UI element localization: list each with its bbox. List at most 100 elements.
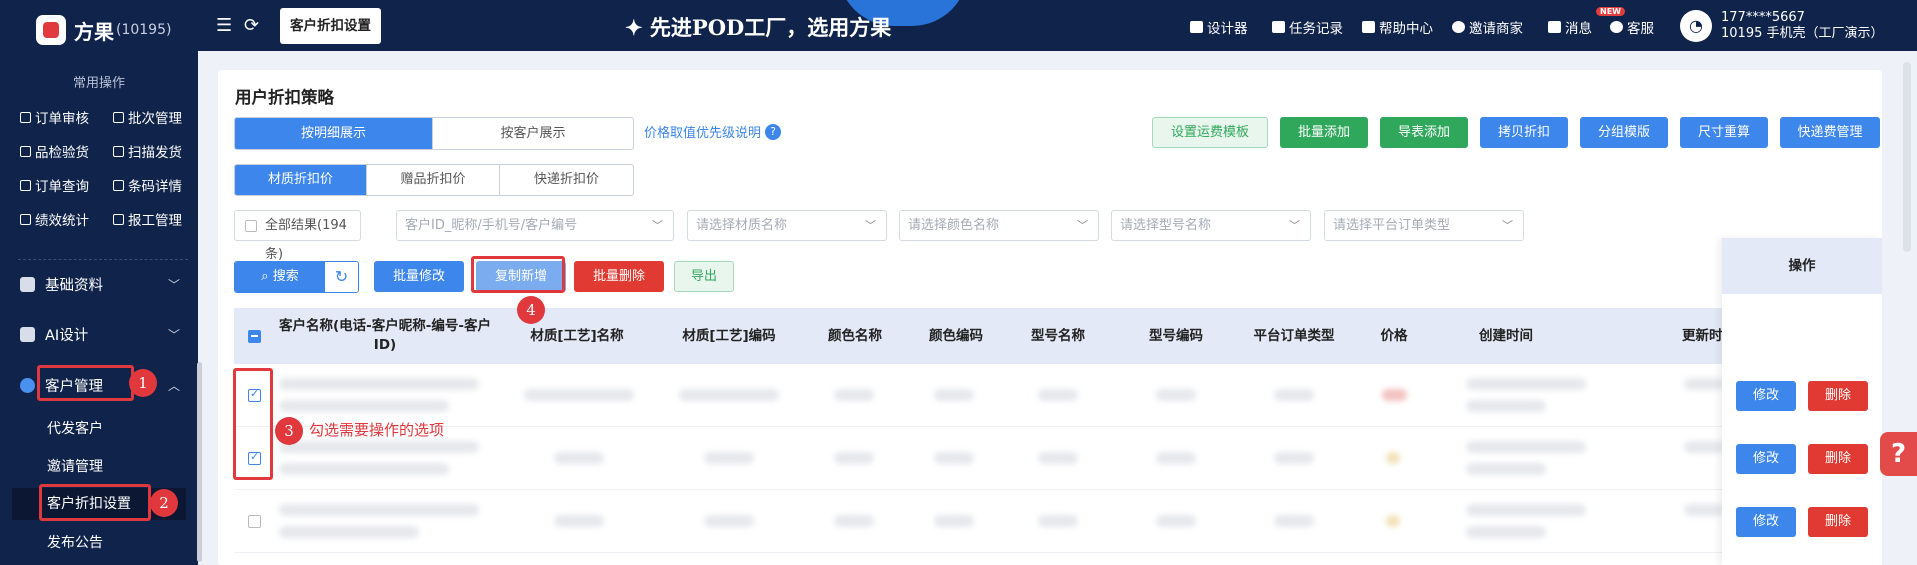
annotation-number: 2 bbox=[150, 489, 178, 517]
col-model-code: 型号编码 bbox=[1149, 327, 1203, 344]
link-messages[interactable]: 消息 bbox=[1548, 17, 1592, 37]
chart-icon bbox=[20, 213, 31, 225]
tab-by-customer[interactable]: 按客户展示 bbox=[433, 118, 633, 149]
menu-basic-data[interactable]: 基础资料 ﹀ bbox=[20, 274, 180, 295]
edit-button[interactable]: 修改 bbox=[1736, 507, 1796, 537]
express-fee-button[interactable]: 快递费管理 bbox=[1780, 117, 1880, 148]
chevron-up-icon: ︿ bbox=[167, 379, 180, 393]
table-header: 客户名称(电话-客户昵称-编号-客户ID) 材质[工艺]名称 材质[工艺]编码 … bbox=[234, 308, 1882, 364]
chevron-down-icon: ﹀ bbox=[1289, 219, 1300, 232]
chevron-down-icon: ﹀ bbox=[1502, 219, 1513, 232]
help-icon bbox=[1362, 21, 1375, 33]
sub-invite-manage[interactable]: 邀请管理 bbox=[47, 456, 103, 476]
quick-batch-manage[interactable]: 批次管理 bbox=[113, 107, 182, 127]
ai-icon bbox=[20, 327, 35, 342]
query-icon bbox=[20, 179, 31, 191]
col-platform-type: 平台订单类型 bbox=[1253, 327, 1335, 344]
quick-scan-ship[interactable]: 扫描发货 bbox=[113, 141, 182, 161]
logo-id: (10195) bbox=[116, 22, 172, 38]
tab-material-price[interactable]: 材质折扣价 bbox=[235, 165, 367, 195]
quick-order-query[interactable]: 订单查询 bbox=[20, 175, 89, 195]
export-button[interactable]: 导出 bbox=[674, 261, 734, 292]
annotation-box-customer-manage bbox=[37, 365, 134, 401]
col-color-name: 颜色名称 bbox=[828, 327, 882, 344]
color-filter[interactable]: 请选择颜色名称 ﹀ bbox=[899, 210, 1099, 241]
tab-by-detail[interactable]: 按明细展示 bbox=[235, 118, 433, 149]
delete-button[interactable]: 删除 bbox=[1808, 507, 1868, 537]
chevron-down-icon: ﹀ bbox=[865, 219, 876, 232]
quick-order-review[interactable]: 订单审核 bbox=[20, 107, 89, 127]
chevron-down-icon: ﹀ bbox=[1077, 219, 1088, 232]
inspect-icon bbox=[20, 145, 31, 157]
image-icon bbox=[1190, 21, 1203, 33]
logo[interactable]: 方果 (10195) bbox=[36, 15, 171, 45]
price-priority-help[interactable]: 价格取值优先级说明? bbox=[644, 122, 782, 141]
customer-filter[interactable]: 客户ID_昵称/手机号/客户编号 ﹀ bbox=[396, 210, 674, 241]
view-mode-tabs: 按明细展示 按客户展示 bbox=[234, 117, 634, 150]
batch-add-button[interactable]: 批量添加 bbox=[1280, 117, 1368, 148]
checkbox-icon bbox=[245, 220, 257, 232]
tab-gift-price[interactable]: 赠品折扣价 bbox=[367, 165, 500, 195]
user-add-icon bbox=[1452, 21, 1465, 33]
sub-dropship-customers[interactable]: 代发客户 bbox=[47, 418, 103, 438]
sub-announcement[interactable]: 发布公告 bbox=[47, 532, 103, 552]
select-all-checkbox[interactable] bbox=[248, 330, 261, 343]
quick-barcode-detail[interactable]: 条码详情 bbox=[113, 175, 182, 195]
col-color-code: 颜色编码 bbox=[929, 327, 983, 344]
topbar: ☰ ⟳ 客户折扣设置 ✦ 先进POD工厂，选用方果 设计器 任务记录 帮助中心 … bbox=[198, 0, 1917, 51]
copy-discount-button[interactable]: 拷贝折扣 bbox=[1480, 117, 1568, 148]
quick-performance[interactable]: 绩效统计 bbox=[20, 209, 89, 229]
table-row[interactable] bbox=[234, 490, 1882, 553]
all-results-checkbox[interactable]: 全部结果(194条) bbox=[234, 210, 361, 262]
link-designer[interactable]: 设计器 bbox=[1190, 17, 1248, 37]
link-task-log[interactable]: 任务记录 bbox=[1272, 17, 1343, 37]
edit-button[interactable]: 修改 bbox=[1736, 444, 1796, 474]
annotation-box-discount-setting bbox=[39, 484, 151, 521]
link-help-center[interactable]: 帮助中心 bbox=[1362, 17, 1433, 37]
delete-button[interactable]: 删除 bbox=[1808, 381, 1868, 411]
link-invite-merchant[interactable]: 邀请商家 bbox=[1452, 17, 1523, 37]
headset-icon bbox=[1610, 21, 1623, 33]
sidebar-divider bbox=[18, 259, 188, 260]
annotation-step3-text: 勾选需要操作的选项 bbox=[309, 421, 445, 439]
row-checkbox[interactable] bbox=[248, 515, 261, 528]
edit-button[interactable]: 修改 bbox=[1736, 381, 1796, 411]
table-row[interactable] bbox=[234, 364, 1882, 427]
batch-delete-button[interactable]: 批量删除 bbox=[574, 261, 664, 292]
menu-toggle-icon[interactable]: ☰ bbox=[216, 15, 232, 36]
size-recalc-button[interactable]: 尺寸重算 bbox=[1680, 117, 1768, 148]
chevron-down-icon: ﹀ bbox=[652, 219, 663, 232]
platform-type-filter[interactable]: 请选择平台订单类型 ﹀ bbox=[1324, 210, 1524, 241]
barcode-icon bbox=[113, 179, 124, 191]
avatar[interactable]: ◔ bbox=[1680, 10, 1712, 42]
tab-express-price[interactable]: 快递折扣价 bbox=[500, 165, 633, 195]
model-filter[interactable]: 请选择型号名称 ﹀ bbox=[1111, 210, 1311, 241]
group-template-button[interactable]: 分组模版 bbox=[1580, 117, 1668, 148]
search-button[interactable]: ⌕ 搜索 bbox=[235, 262, 325, 292]
quick-quality-check[interactable]: 品检验货 bbox=[20, 141, 89, 161]
page-scrollbar[interactable] bbox=[1903, 62, 1911, 252]
content-card: 用户折扣策略 按明细展示 按客户展示 价格取值优先级说明? 设置运费模板 批量添… bbox=[218, 70, 1882, 565]
reset-icon[interactable]: ↻ bbox=[325, 262, 358, 292]
material-filter[interactable]: 请选择材质名称 ﹀ bbox=[687, 210, 887, 241]
refresh-icon[interactable]: ⟳ bbox=[244, 15, 259, 36]
sidebar: 方果 (10195) 常用操作 订单审核 批次管理 品检验货 扫描发货 订单查询… bbox=[0, 0, 198, 565]
new-badge: NEW bbox=[1596, 7, 1625, 16]
annotation-number: 3 bbox=[275, 417, 303, 445]
user-info[interactable]: 177****5667 10195 手机壳（工厂演示） bbox=[1721, 10, 1884, 42]
sidebar-scrollbar[interactable] bbox=[197, 362, 202, 562]
menu-ai-design[interactable]: AI设计 ﹀ bbox=[20, 324, 180, 345]
floating-help-icon[interactable]: ? bbox=[1880, 432, 1917, 476]
scan-icon bbox=[113, 145, 124, 157]
import-add-button[interactable]: 导表添加 bbox=[1380, 117, 1468, 148]
set-shipping-template-button[interactable]: 设置运费模板 bbox=[1152, 117, 1268, 148]
question-icon: ? bbox=[765, 123, 782, 140]
quick-work-report[interactable]: 报工管理 bbox=[113, 209, 182, 229]
tab-customer-discount[interactable]: 客户折扣设置 bbox=[280, 8, 381, 44]
delete-button[interactable]: 删除 bbox=[1808, 444, 1868, 474]
col-price: 价格 bbox=[1380, 327, 1408, 344]
table-row[interactable] bbox=[234, 427, 1882, 490]
common-ops-title: 常用操作 bbox=[72, 76, 125, 91]
link-customer-service[interactable]: 客服 bbox=[1610, 17, 1654, 37]
batch-edit-button[interactable]: 批量修改 bbox=[374, 261, 464, 292]
